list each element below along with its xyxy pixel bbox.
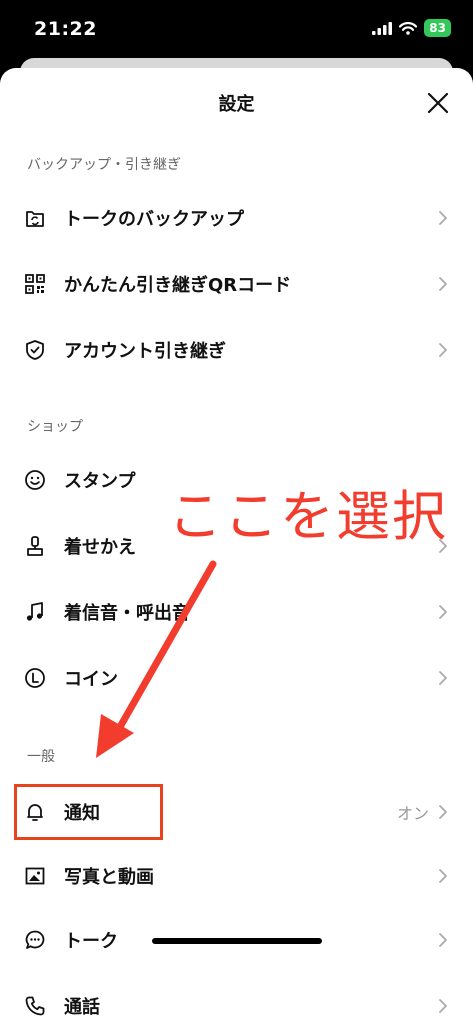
notification-highlight-box — [14, 784, 163, 840]
chevron-right-icon — [439, 805, 447, 819]
sheet-title: 設定 — [218, 94, 255, 115]
settings-item-ringtones[interactable]: 着信音・呼出音 — [0, 580, 473, 644]
item-label: トーク — [64, 931, 118, 952]
image-icon — [25, 867, 45, 885]
item-label: 通話 — [64, 997, 100, 1018]
item-label: コイン — [64, 669, 118, 690]
close-icon[interactable] — [425, 90, 451, 116]
chat-bubble-icon — [25, 930, 45, 949]
section-header-general: 一般 — [27, 749, 55, 765]
chevron-right-icon — [439, 605, 447, 619]
smiley-icon — [25, 470, 45, 490]
chevron-right-icon — [439, 211, 447, 225]
settings-item-talk-backup[interactable]: トークのバックアップ — [0, 186, 473, 250]
settings-item-calls[interactable]: 通話 — [0, 974, 473, 1024]
settings-item-account-transfer[interactable]: アカウント引き継ぎ — [0, 318, 473, 382]
settings-item-coins[interactable]: コイン — [0, 646, 473, 710]
chevron-right-icon — [439, 343, 447, 357]
status-icons: 83 — [372, 19, 451, 37]
shield-check-icon — [26, 340, 44, 360]
chevron-right-icon — [439, 277, 447, 291]
chevron-right-icon — [439, 869, 447, 883]
settings-sheet: 設定 バックアップ・引き継ぎ トークのバックアップ かんたん引き継ぎQRコード — [0, 68, 473, 1024]
brush-icon — [27, 536, 43, 556]
chevron-right-icon — [439, 999, 447, 1013]
settings-item-qr-transfer[interactable]: かんたん引き継ぎQRコード — [0, 252, 473, 316]
phone-icon — [25, 996, 45, 1016]
item-label: 写真と動画 — [64, 867, 154, 888]
signal-icon — [372, 21, 393, 35]
section-header-backup: バックアップ・引き継ぎ — [27, 157, 181, 173]
qr-code-icon — [25, 274, 45, 294]
item-label: 着せかえ — [64, 537, 136, 558]
item-label: 着信音・呼出音 — [64, 603, 190, 624]
backup-icon — [26, 211, 44, 227]
notifications-status: オン — [396, 804, 429, 823]
battery-indicator: 83 — [424, 19, 451, 37]
wifi-icon — [399, 21, 418, 35]
status-time: 21:22 — [34, 18, 97, 40]
item-label: トークのバックアップ — [64, 209, 244, 230]
settings-item-photos-videos[interactable]: 写真と動画 — [0, 844, 473, 908]
item-label: かんたん引き継ぎQRコード — [64, 275, 292, 296]
annotation-label: ここを選択 — [168, 485, 448, 548]
section-header-shop: ショップ — [27, 419, 83, 435]
chevron-right-icon — [439, 933, 447, 947]
item-label: スタンプ — [64, 471, 136, 492]
status-bar: 21:22 83 — [0, 0, 473, 58]
item-label: アカウント引き継ぎ — [64, 341, 226, 362]
coin-icon — [25, 668, 45, 688]
chevron-right-icon — [439, 671, 447, 685]
music-note-icon — [26, 602, 43, 621]
home-indicator — [152, 938, 322, 944]
